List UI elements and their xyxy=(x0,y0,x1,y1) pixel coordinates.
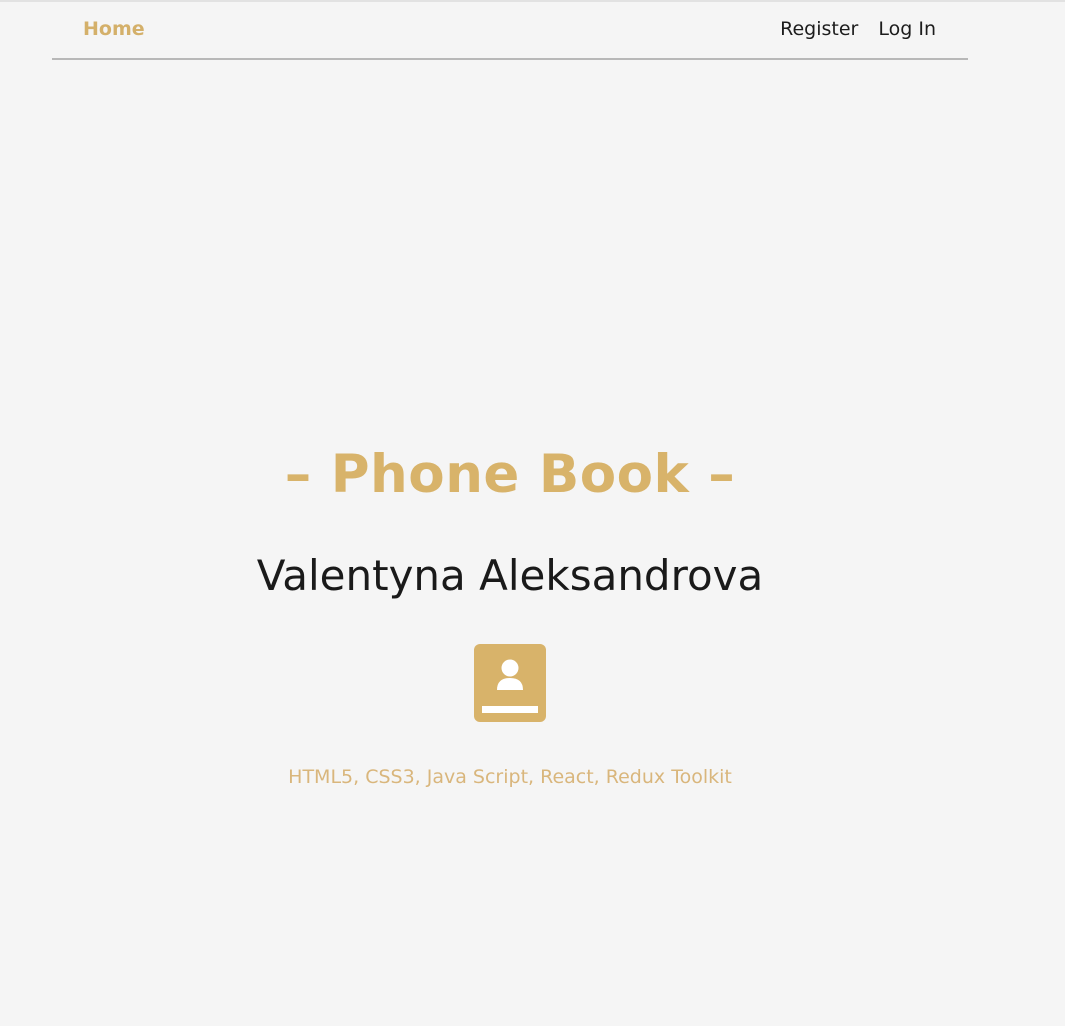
author-name: Valentyna Aleksandrova xyxy=(256,551,764,600)
contact-book-icon xyxy=(474,644,546,722)
nav-register-link[interactable]: Register xyxy=(780,18,858,40)
page-title: – Phone Book – xyxy=(284,444,736,505)
navbar: Home Register Log In xyxy=(52,2,968,60)
nav-home-link[interactable]: Home xyxy=(83,18,145,40)
auth-nav: Register Log In xyxy=(780,18,936,40)
nav-login-link[interactable]: Log In xyxy=(878,18,936,40)
tech-stack-text: HTML5, CSS3, Java Script, React, Redux T… xyxy=(288,766,732,788)
